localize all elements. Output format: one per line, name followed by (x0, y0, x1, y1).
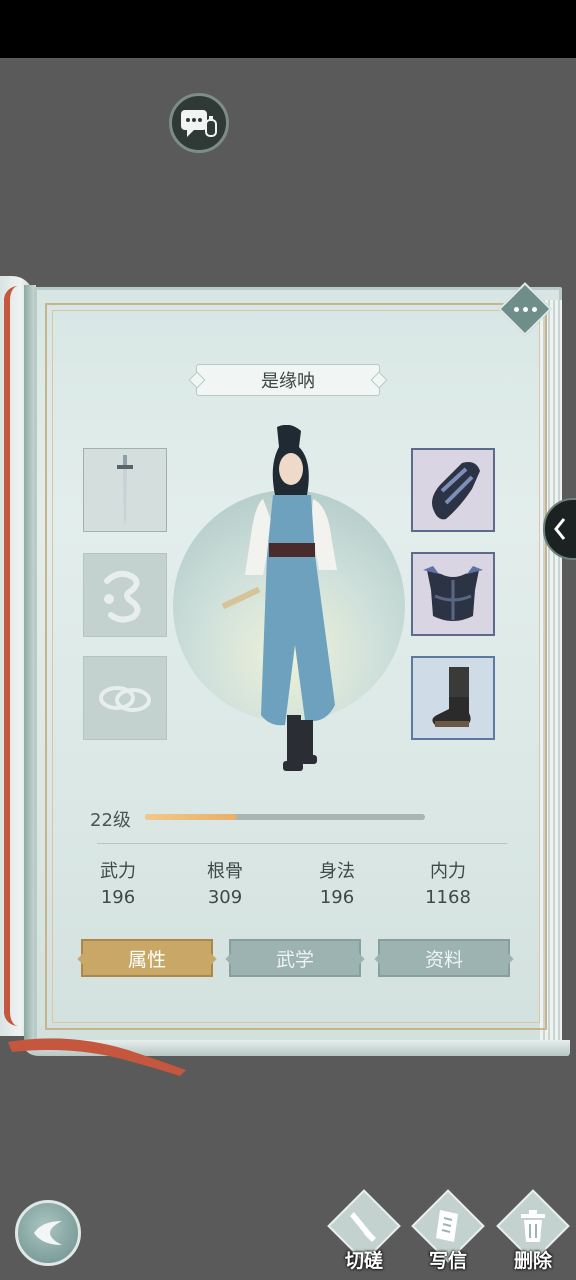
tab-martial-arts[interactable]: 武学 (229, 939, 361, 977)
sword-icon (117, 455, 133, 525)
stats-divider (97, 843, 507, 844)
stat-label: 身法 (319, 861, 355, 882)
status-bar (0, 0, 576, 58)
stat-agility: 身法 196 (292, 860, 382, 912)
character-portrait (221, 425, 337, 771)
spar-label: 切磋 (344, 1250, 383, 1272)
write-letter-button[interactable]: 写信 (410, 1189, 486, 1280)
stat-label: 武力 (100, 861, 136, 882)
more-dots-icon[interactable] (506, 290, 544, 328)
chevron-left-icon (554, 518, 566, 540)
character-name: 是缘呐 (196, 364, 380, 396)
back-arrow-icon (34, 1221, 62, 1245)
back-button[interactable] (15, 1200, 81, 1266)
stat-label: 根骨 (207, 861, 243, 882)
equip-slot-bracer[interactable] (411, 448, 495, 532)
letter-icon (436, 1210, 458, 1242)
stat-strength: 武力 196 (73, 860, 163, 912)
stat-constitution: 根骨 309 (180, 860, 270, 912)
spar-button[interactable]: 切磋 (326, 1189, 402, 1280)
equip-slot-boots[interactable] (411, 656, 495, 740)
tab-profile[interactable]: 资料 (378, 939, 510, 977)
equip-slot-ring[interactable] (83, 656, 167, 740)
trash-icon (521, 1210, 545, 1242)
delete-label: 删除 (513, 1250, 552, 1272)
empty-accessory-icon (104, 570, 141, 623)
stat-internal-energy: 内力 1168 (403, 860, 493, 912)
book-ribbon (4, 286, 18, 1026)
stat-value: 196 (319, 887, 355, 908)
level-label: 22级 (90, 810, 131, 831)
chat-bubble-icon (181, 110, 217, 137)
write-letter-label: 写信 (428, 1250, 467, 1272)
tab-attributes[interactable]: 属性 (81, 939, 213, 977)
empty-ring-icon (99, 686, 151, 712)
sword-duel-icon (350, 1212, 376, 1242)
boot-icon (432, 667, 471, 727)
equip-slot-armor[interactable] (411, 552, 495, 636)
equip-slot-accessory[interactable] (83, 553, 167, 637)
stat-value: 1168 (425, 887, 471, 908)
chat-button[interactable] (169, 93, 229, 153)
stat-value: 309 (207, 887, 243, 908)
stat-value: 196 (100, 887, 136, 908)
delete-button[interactable]: 删除 (495, 1189, 571, 1280)
level-progress-fill (145, 814, 238, 820)
armor-icon (423, 566, 483, 621)
bracer-icon (432, 462, 480, 520)
stat-label: 内力 (430, 861, 466, 882)
level-progress-bar (145, 814, 425, 820)
bookmark-ribbon (8, 1038, 186, 1076)
equip-slot-weapon[interactable] (83, 448, 167, 532)
